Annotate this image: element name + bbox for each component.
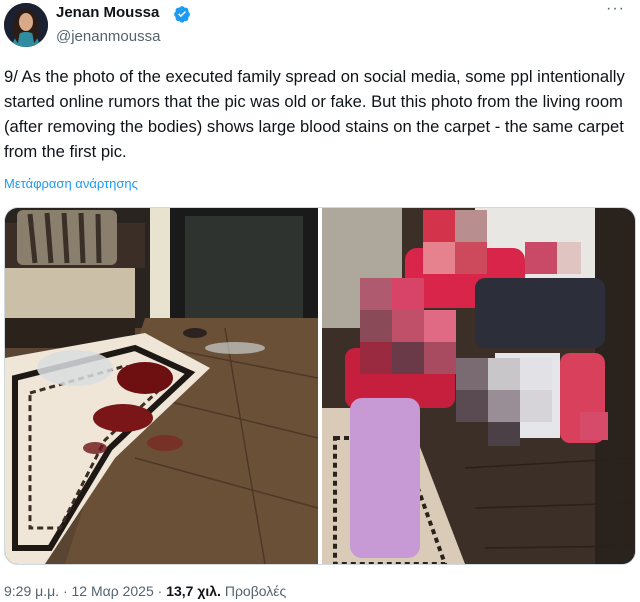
more-options-icon[interactable]: ··· (606, 0, 625, 18)
author-handle[interactable]: @jenanmoussa (56, 28, 160, 45)
views-label: Προβολές (224, 583, 287, 599)
verified-badge-icon (173, 5, 191, 23)
tweet-header: Jenan Moussa @jenanmoussa ··· (0, 0, 640, 56)
author-avatar[interactable] (4, 3, 48, 47)
meta-separator-2: · (157, 583, 163, 599)
tweet-time[interactable]: 9:29 μ.μ. (4, 583, 59, 599)
tweet-meta: 9:29 μ.μ. · 12 Μαρ 2025 · 13,7 χιλ. Προβ… (4, 583, 286, 599)
meta-separator: · (62, 583, 68, 599)
views-count: 13,7 χιλ. (166, 583, 221, 599)
author-name[interactable]: Jenan Moussa (56, 4, 159, 21)
photo-living-room[interactable] (5, 208, 319, 564)
tweet-text: 9/ As the photo of the executed family s… (4, 67, 625, 161)
translate-post-link[interactable]: Μετάφραση ανάρτησης (4, 176, 138, 191)
photo-blurred[interactable] (322, 208, 635, 564)
tweet-media[interactable] (4, 207, 636, 565)
tweet-date[interactable]: 12 Μαρ 2025 (72, 583, 154, 599)
